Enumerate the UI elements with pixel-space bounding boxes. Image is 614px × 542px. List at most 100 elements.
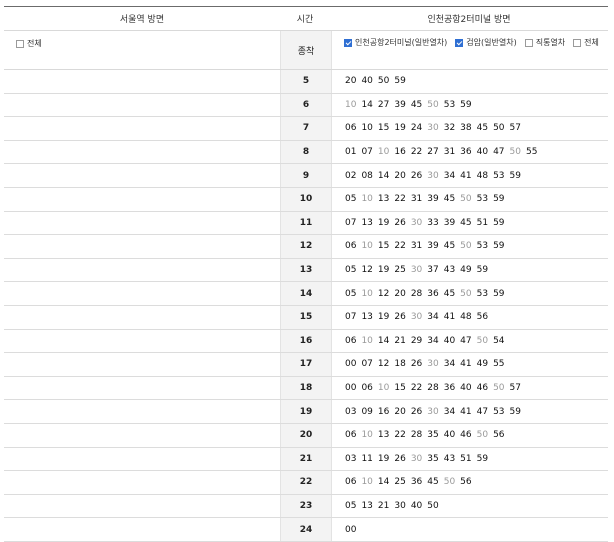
minute-value: 33 [427, 217, 439, 228]
minute-value: 21 [394, 335, 406, 346]
checked-checkbox-icon [344, 38, 352, 47]
seoul-direction-cell [4, 424, 280, 447]
left-filter-group: 전체 [4, 31, 280, 69]
table-row: 11 07 13 19 26 30 33 39 45 51 59 [4, 211, 608, 236]
minute-value: 01 [345, 147, 357, 158]
minutes-cell: 00 [332, 518, 608, 541]
minute-value: 22 [394, 194, 406, 205]
right-filter-label: 전체 [584, 38, 599, 47]
hour-cell: 21 [280, 447, 332, 471]
minute-value: 28 [410, 430, 423, 441]
minute-value: 30 [394, 500, 406, 511]
minute-value: 14 [361, 99, 373, 110]
minute-value: 20 [394, 406, 406, 417]
minute-value: 00 [345, 524, 357, 535]
table-row: 7 06 10 15 19 24 30 32 38 45 50 57 [4, 117, 608, 141]
minute-value: 20 [345, 76, 357, 87]
minute-value: 53 [443, 99, 456, 110]
minute-value: 55 [525, 147, 538, 158]
hour-cell: 16 [280, 329, 332, 353]
seoul-direction-cell [4, 495, 280, 518]
minute-value: 45 [443, 288, 456, 299]
minute-value: 06 [345, 241, 357, 252]
minute-value: 06 [361, 383, 373, 394]
minute-express: 50 [476, 335, 489, 346]
minute-value: 00 [345, 383, 357, 394]
minute-value: 03 [345, 453, 357, 464]
minute-value: 55 [493, 359, 505, 370]
minute-value: 20 [394, 288, 406, 299]
minute-value: 18 [394, 359, 406, 370]
right-filter-checkbox-1[interactable]: 검암(일반열차) [455, 37, 517, 48]
minute-value: 06 [345, 335, 357, 346]
minute-value: 45 [476, 123, 489, 134]
minute-value: 26 [394, 453, 406, 464]
minute-value: 19 [377, 265, 390, 276]
minute-value: 41 [443, 312, 456, 323]
hour-cell: 17 [280, 353, 332, 376]
minute-value: 50 [427, 500, 439, 511]
minute-value: 07 [345, 217, 357, 228]
checked-checkbox-icon [455, 38, 464, 47]
minute-value: 05 [345, 500, 357, 511]
minute-express: 50 [493, 383, 505, 394]
minute-value: 31 [443, 147, 456, 158]
minute-value: 28 [410, 288, 423, 299]
minute-value: 34 [427, 335, 439, 346]
left-all-checkbox[interactable]: 전체 [16, 38, 42, 49]
minute-value: 36 [410, 477, 423, 488]
minute-express: 50 [427, 99, 439, 110]
minutes-cell: 06 10 14 21 29 34 40 47 50 54 [332, 330, 608, 353]
hour-cell: 11 [280, 211, 332, 235]
minute-express: 50 [443, 477, 456, 488]
hour-cell: 7 [280, 117, 332, 140]
minute-value: 59 [460, 99, 472, 110]
minute-value: 41 [460, 170, 472, 181]
minute-express: 10 [377, 147, 390, 158]
checkbox-icon [524, 38, 533, 47]
minute-value: 13 [377, 194, 390, 205]
table-row: 21 03 11 19 26 30 35 43 51 59 [4, 447, 608, 472]
minute-value: 26 [394, 312, 406, 323]
minute-express: 30 [427, 406, 439, 417]
minute-value: 47 [476, 406, 489, 417]
minute-value: 45 [460, 217, 472, 228]
minute-value: 41 [460, 359, 472, 370]
minute-value: 29 [410, 335, 423, 346]
seoul-direction-cell [4, 282, 280, 305]
hour-cell: 9 [280, 164, 332, 187]
timetable: 서울역 방면 시간 인천공항2터미널 방면 전체 종착 인천공항2터미널(일반열… [4, 6, 608, 542]
minute-value: 12 [377, 359, 390, 370]
minute-value: 59 [509, 170, 521, 181]
minute-value: 20 [394, 170, 406, 181]
minute-value: 26 [410, 170, 423, 181]
right-filter-checkbox-2[interactable]: 직통열차 [524, 37, 565, 48]
minute-value: 19 [377, 453, 390, 464]
minute-value: 22 [410, 383, 423, 394]
minute-value: 54 [493, 335, 505, 346]
minute-value: 06 [345, 430, 357, 441]
right-filter-checkbox-0[interactable]: 인천공항2터미널(일반열차) [344, 37, 447, 48]
hour-cell: 6 [280, 93, 332, 117]
minutes-cell: 06 10 15 22 31 39 45 50 53 59 [332, 235, 608, 258]
minute-value: 06 [345, 477, 357, 488]
minute-value: 05 [345, 288, 357, 299]
minutes-cell: 06 10 14 25 36 45 50 56 [332, 471, 608, 494]
minute-value: 49 [476, 359, 489, 370]
minute-express: 30 [427, 170, 439, 181]
seoul-direction-cell [4, 141, 280, 164]
minute-value: 53 [476, 241, 489, 252]
minute-value: 28 [427, 383, 439, 394]
right-filter-checkbox-3[interactable]: 전체 [573, 37, 599, 48]
schedule-rows: 5 20 40 50 59 6 10 14 27 39 45 50 53 59 7 06 10 15 19 24 30 3… [4, 70, 608, 542]
minute-value: 46 [460, 430, 472, 441]
minute-value: 43 [443, 265, 456, 276]
minute-value: 15 [377, 241, 390, 252]
minute-value: 40 [476, 147, 489, 158]
minute-value: 59 [493, 288, 505, 299]
minute-express: 30 [410, 217, 423, 228]
minute-value: 40 [361, 76, 373, 87]
minute-value: 40 [443, 430, 456, 441]
minute-express: 50 [460, 194, 472, 205]
minute-value: 36 [443, 383, 456, 394]
